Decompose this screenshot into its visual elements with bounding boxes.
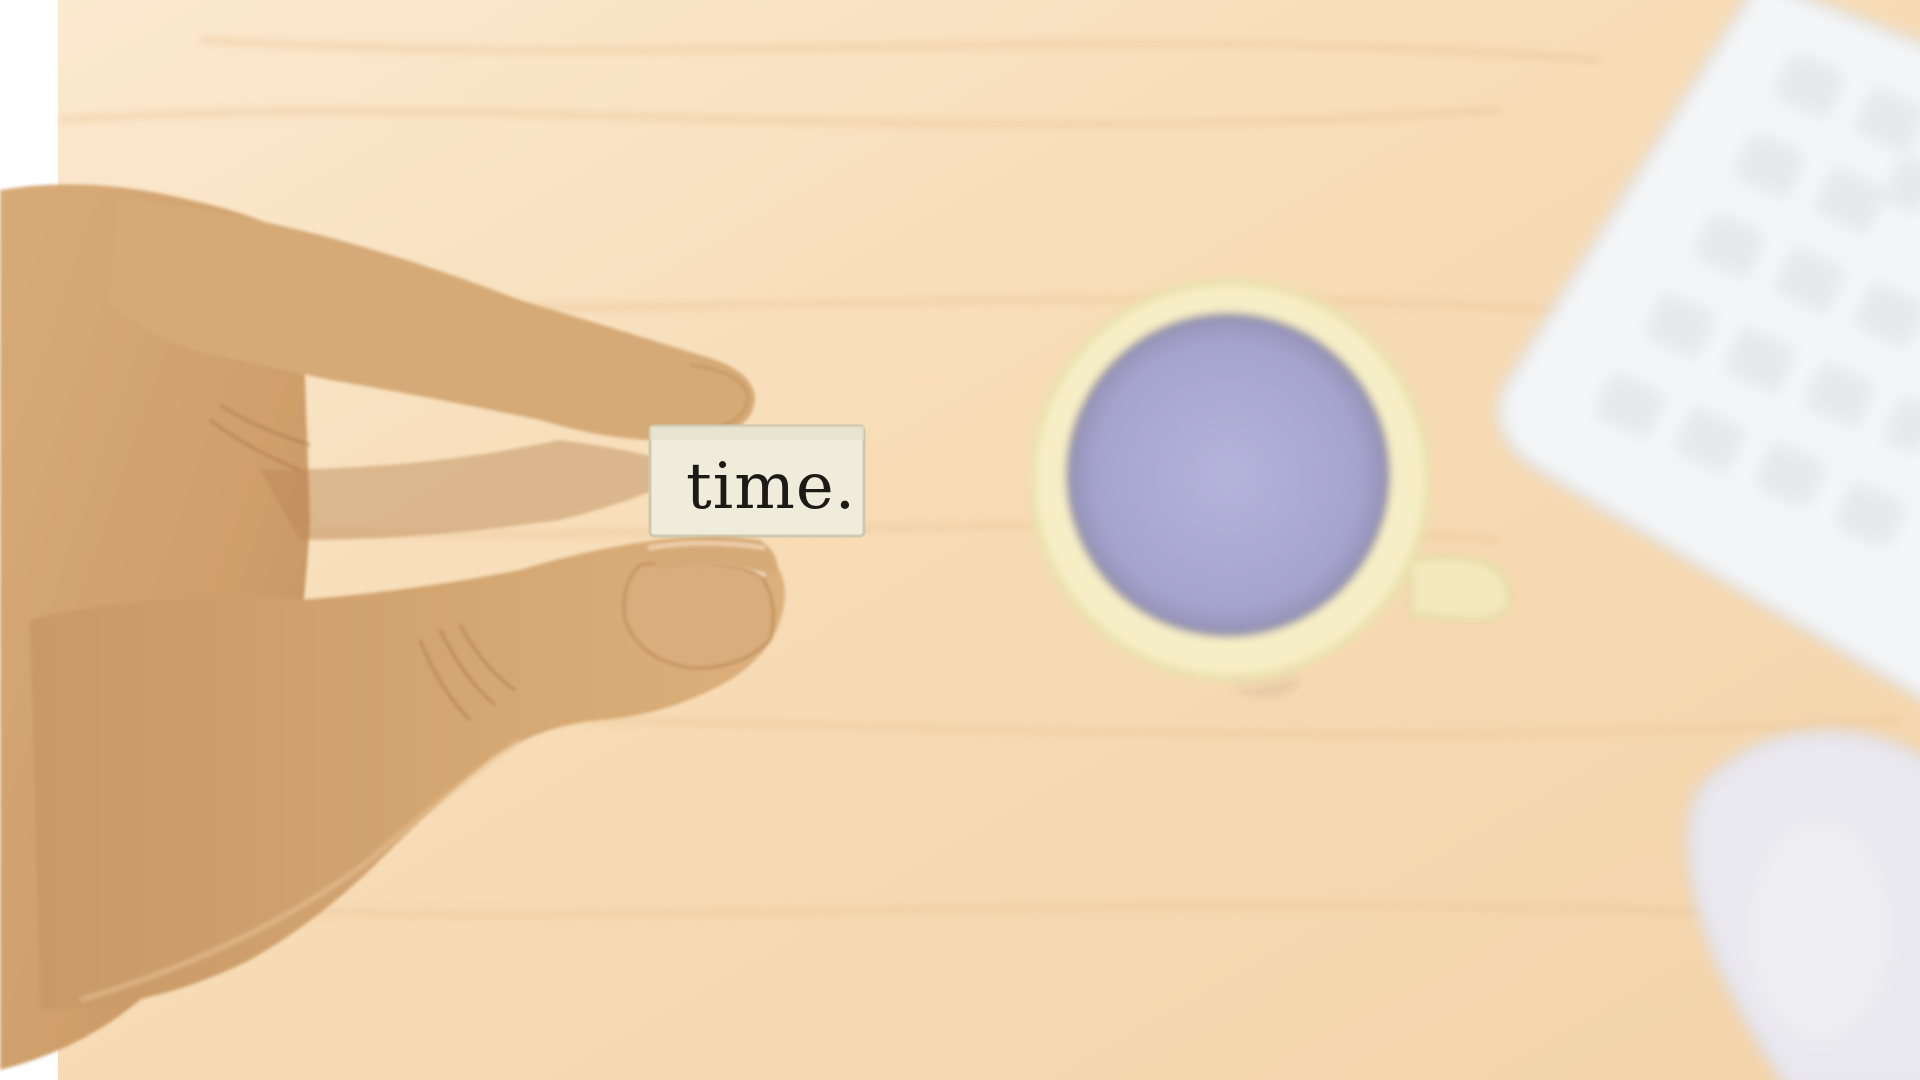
photo-scene: time. [0,0,1920,1080]
paper-slip: time. [648,424,866,538]
word-time: time. [686,450,856,524]
photo-canvas: time. [0,0,1920,1080]
wooden-desk [58,0,1920,1080]
